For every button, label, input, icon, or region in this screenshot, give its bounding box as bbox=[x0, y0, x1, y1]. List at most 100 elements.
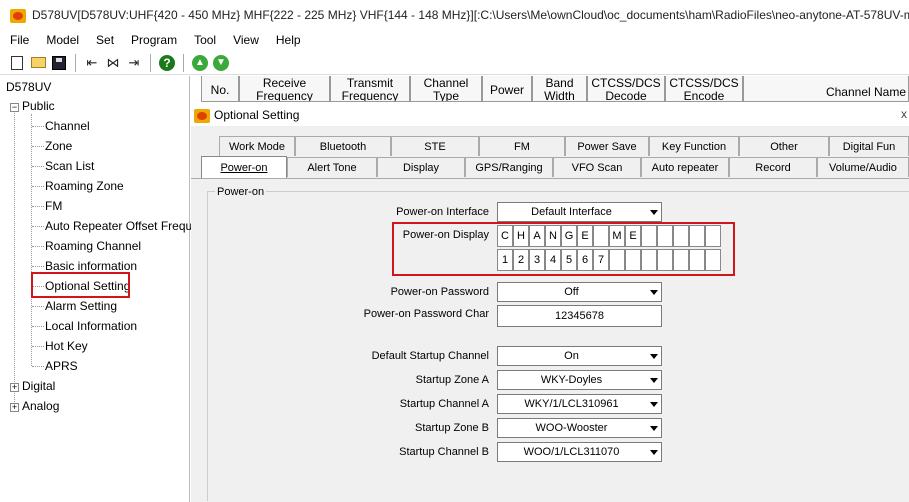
tree-node-public[interactable]: − Public bbox=[10, 98, 55, 114]
menu-program[interactable]: Program bbox=[121, 33, 184, 47]
startup-channel-a-label: Startup Channel A bbox=[399, 398, 489, 410]
toolbar-separator bbox=[150, 53, 151, 72]
expand-icon[interactable]: + bbox=[10, 403, 19, 412]
radio-device-icon[interactable]: ⇥ bbox=[125, 54, 143, 72]
column-header-ctcss-encode[interactable]: CTCSS/DCS Encode bbox=[665, 76, 743, 102]
default-startup-channel-select[interactable]: On bbox=[497, 346, 662, 366]
column-header-no[interactable]: No. bbox=[201, 76, 239, 102]
tree-item-roaming-channel[interactable]: Roaming Channel bbox=[45, 238, 141, 254]
tree-branch bbox=[32, 186, 44, 187]
read-radio-icon[interactable]: ⇤ bbox=[83, 54, 101, 72]
tree-branch bbox=[32, 306, 44, 307]
tree-node-digital-label: Digital bbox=[22, 379, 56, 393]
chevron-down-icon[interactable] bbox=[645, 419, 661, 437]
tree-item-fm[interactable]: FM bbox=[45, 198, 62, 214]
menu-view[interactable]: View bbox=[223, 33, 266, 47]
tree-item-local-information[interactable]: Local Information bbox=[45, 318, 137, 334]
power-on-interface-value: Default Interface bbox=[531, 206, 612, 218]
tab-gps-ranging[interactable]: GPS/Ranging bbox=[465, 157, 553, 177]
menu-help[interactable]: Help bbox=[266, 33, 308, 47]
open-folder-icon[interactable] bbox=[29, 54, 47, 72]
chevron-down-icon[interactable] bbox=[645, 443, 661, 461]
tab-auto-repeater[interactable]: Auto repeater bbox=[641, 157, 729, 177]
column-header-ctcss-decode[interactable]: CTCSS/DCS Decode bbox=[587, 76, 665, 102]
tab-work-mode[interactable]: Work Mode bbox=[219, 136, 295, 156]
new-file-icon[interactable] bbox=[8, 54, 26, 72]
arrow-up-icon[interactable]: ▲ bbox=[191, 54, 209, 72]
channel-grid-header: No. Receive Frequency Transmit Frequency… bbox=[191, 76, 909, 102]
column-header-receive-frequency[interactable]: Receive Frequency bbox=[239, 76, 330, 102]
tab-power-on-label: Power-on bbox=[220, 161, 268, 174]
power-on-password-char-input[interactable]: 12345678 bbox=[497, 305, 662, 327]
tab-power-on[interactable]: Power-on bbox=[201, 156, 287, 178]
optional-setting-dialog: Work Mode Bluetooth STE FM Power Save Ke… bbox=[191, 127, 909, 502]
column-header-transmit-frequency[interactable]: Transmit Frequency bbox=[330, 76, 410, 102]
column-header-power[interactable]: Power bbox=[482, 76, 532, 102]
tree-branch bbox=[32, 146, 44, 147]
startup-zone-b-value: WOO-Wooster bbox=[535, 422, 608, 434]
close-icon[interactable]: x bbox=[901, 107, 907, 121]
menu-file[interactable]: File bbox=[0, 33, 36, 47]
chevron-down-icon[interactable] bbox=[645, 371, 661, 389]
tree-item-aprs[interactable]: APRS bbox=[45, 358, 78, 374]
tab-vfo-scan[interactable]: VFO Scan bbox=[553, 157, 641, 177]
tab-key-function[interactable]: Key Function bbox=[649, 136, 739, 156]
column-header-band-width[interactable]: Band Width bbox=[532, 76, 587, 102]
tab-display[interactable]: Display bbox=[377, 157, 465, 177]
tab-power-save[interactable]: Power Save bbox=[565, 136, 649, 156]
power-on-password-label: Power-on Password bbox=[390, 286, 489, 298]
startup-zone-b-label: Startup Zone B bbox=[415, 422, 489, 434]
tab-bluetooth[interactable]: Bluetooth bbox=[295, 136, 391, 156]
tree-branch bbox=[32, 226, 44, 227]
tree-guide-line bbox=[14, 106, 15, 406]
tab-record[interactable]: Record bbox=[729, 157, 817, 177]
column-header-channel-type[interactable]: Channel Type bbox=[410, 76, 482, 102]
tree-node-digital[interactable]: + Digital bbox=[10, 378, 55, 394]
tree-node-analog[interactable]: + Analog bbox=[10, 398, 59, 414]
menu-model[interactable]: Model bbox=[36, 33, 86, 47]
chevron-down-icon[interactable] bbox=[645, 283, 661, 301]
startup-zone-a-value: WKY-Doyles bbox=[540, 374, 603, 386]
chevron-down-icon[interactable] bbox=[645, 203, 661, 221]
expand-icon[interactable]: + bbox=[10, 383, 19, 392]
menu-bar: File Model Set Program Tool View Help bbox=[0, 30, 909, 50]
startup-zone-a-select[interactable]: WKY-Doyles bbox=[497, 370, 662, 390]
write-radio-icon[interactable]: ⋈ bbox=[104, 54, 122, 72]
help-icon[interactable]: ? bbox=[158, 54, 176, 72]
collapse-icon[interactable]: − bbox=[10, 103, 19, 112]
tree-item-roaming-zone[interactable]: Roaming Zone bbox=[45, 178, 124, 194]
tree-item-zone[interactable]: Zone bbox=[45, 138, 72, 154]
optional-setting-highlight bbox=[31, 272, 130, 298]
tree-branch bbox=[32, 366, 44, 367]
tree-item-channel[interactable]: Channel bbox=[45, 118, 90, 134]
power-on-interface-select[interactable]: Default Interface bbox=[497, 202, 662, 222]
tree-node-public-label: Public bbox=[22, 99, 55, 113]
tree-branch bbox=[32, 326, 44, 327]
tab-volume-audio[interactable]: Volume/Audio bbox=[817, 157, 909, 177]
tab-fm[interactable]: FM bbox=[479, 136, 565, 156]
tree-root[interactable]: D578UV bbox=[6, 79, 51, 95]
dialog-title-bar: Optional Setting x bbox=[191, 103, 909, 127]
tab-other[interactable]: Other bbox=[739, 136, 829, 156]
power-on-password-value: Off bbox=[564, 286, 579, 298]
menu-tool[interactable]: Tool bbox=[184, 33, 223, 47]
chevron-down-icon[interactable] bbox=[645, 347, 661, 365]
save-icon[interactable] bbox=[50, 54, 68, 72]
tab-digital-fun[interactable]: Digital Fun bbox=[829, 136, 909, 156]
column-header-channel-name[interactable]: Channel Name bbox=[743, 76, 909, 102]
startup-zone-b-select[interactable]: WOO-Wooster bbox=[497, 418, 662, 438]
tab-ste[interactable]: STE bbox=[391, 136, 479, 156]
tree-item-alarm-setting[interactable]: Alarm Setting bbox=[45, 298, 117, 314]
arrow-down-icon[interactable]: ▼ bbox=[212, 54, 230, 72]
menu-set[interactable]: Set bbox=[86, 33, 121, 47]
startup-channel-a-value: WKY/1/LCL310961 bbox=[524, 398, 619, 410]
startup-channel-a-select[interactable]: WKY/1/LCL310961 bbox=[497, 394, 662, 414]
tree-item-hot-key[interactable]: Hot Key bbox=[45, 338, 88, 354]
tab-alert-tone[interactable]: Alert Tone bbox=[287, 157, 377, 177]
startup-zone-a-label: Startup Zone A bbox=[415, 374, 489, 386]
startup-channel-b-select[interactable]: WOO/1/LCL311070 bbox=[497, 442, 662, 462]
chevron-down-icon[interactable] bbox=[645, 395, 661, 413]
power-on-password-select[interactable]: Off bbox=[497, 282, 662, 302]
tree-item-scan-list[interactable]: Scan List bbox=[45, 158, 94, 174]
tree-item-auto-repeater-offset[interactable]: Auto Repeater Offset Frequer bbox=[45, 218, 203, 234]
